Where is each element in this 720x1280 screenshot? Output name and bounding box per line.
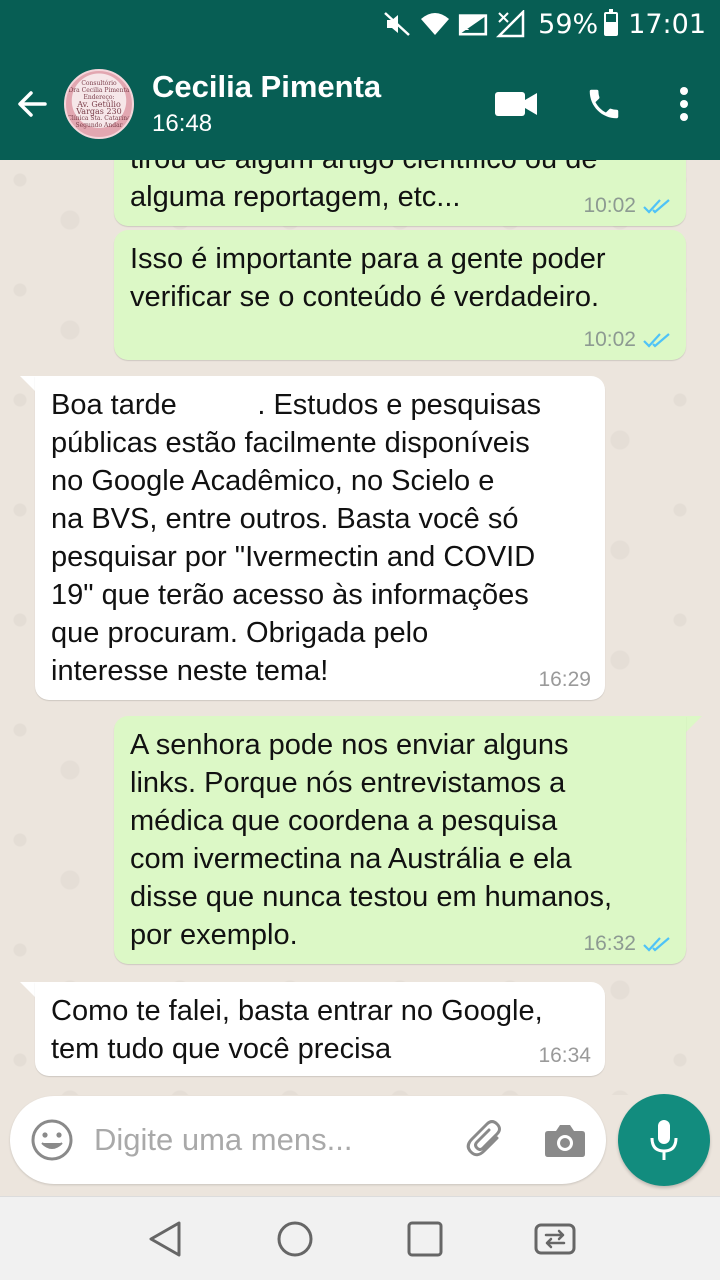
message-time: 16:29 bbox=[538, 668, 591, 691]
status-icons: 1 bbox=[382, 9, 526, 39]
message-bubble[interactable]: Isso é importante para a gente poder ver… bbox=[114, 230, 686, 360]
message-meta: 16:34 bbox=[538, 1044, 591, 1068]
camera-button[interactable] bbox=[528, 1096, 602, 1184]
attach-button[interactable] bbox=[444, 1096, 528, 1184]
message-input[interactable] bbox=[94, 1110, 434, 1170]
message-bubble[interactable]: tirou de algum artigo científico ou de a… bbox=[114, 160, 686, 226]
message-time: 10:02 bbox=[583, 328, 636, 351]
message-time: 16:32 bbox=[583, 932, 636, 955]
dual-window-icon bbox=[534, 1223, 576, 1254]
last-seen: 16:48 bbox=[152, 110, 213, 137]
battery-icon bbox=[604, 9, 619, 36]
avatar-line: Dra Cecilia Pimenta bbox=[68, 86, 130, 94]
mic-icon bbox=[650, 1120, 678, 1160]
message-meta: 16:32 bbox=[583, 932, 672, 956]
system-nav-bar bbox=[0, 1196, 720, 1280]
avatar-line: Segundo Andar bbox=[75, 121, 123, 129]
chat-header: Consultório Dra Cecilia Pimenta Endereço… bbox=[0, 48, 720, 160]
more-vert-icon bbox=[680, 87, 688, 121]
bubble-tail-out bbox=[684, 716, 702, 734]
video-call-button[interactable] bbox=[472, 48, 560, 160]
voice-record-button[interactable] bbox=[618, 1094, 710, 1186]
home-circle-icon bbox=[277, 1221, 313, 1256]
message-text: A senhora pode nos enviar alguns links. … bbox=[130, 729, 613, 951]
message-time: 16:34 bbox=[538, 1044, 591, 1067]
mute-icon bbox=[382, 9, 412, 39]
message-meta: 10:02 bbox=[583, 328, 672, 352]
camera-icon bbox=[545, 1125, 585, 1157]
phone-icon bbox=[589, 89, 619, 119]
no-signal-icon bbox=[496, 9, 526, 39]
nav-recents-button[interactable] bbox=[390, 1204, 460, 1274]
signal-icon: 1 bbox=[458, 9, 488, 39]
message-meta: 16:29 bbox=[538, 668, 591, 692]
recents-square-icon bbox=[407, 1221, 443, 1256]
avatar[interactable]: Consultório Dra Cecilia Pimenta Endereço… bbox=[64, 69, 134, 139]
more-options-button[interactable] bbox=[648, 48, 720, 160]
nav-back-button[interactable] bbox=[130, 1204, 200, 1274]
double-check-icon bbox=[643, 199, 670, 214]
back-button[interactable] bbox=[0, 48, 64, 160]
double-check-icon bbox=[643, 333, 670, 348]
video-call-icon bbox=[495, 92, 537, 116]
back-triangle-icon bbox=[149, 1221, 181, 1256]
message-meta: 10:02 bbox=[583, 194, 672, 218]
contact-name: Cecilia Pimenta bbox=[152, 69, 382, 104]
back-arrow-icon bbox=[18, 91, 47, 117]
contact-info[interactable]: Cecilia Pimenta 16:48 bbox=[152, 68, 472, 140]
message-time: 10:02 bbox=[583, 194, 636, 217]
avatar-line: Consultório bbox=[81, 79, 117, 87]
chat-area[interactable]: tirou de algum artigo científico ou de a… bbox=[0, 160, 720, 1095]
svg-text:1: 1 bbox=[463, 19, 470, 33]
message-bubble[interactable]: Boa tarde . Estudos e pesquisas públicas… bbox=[35, 376, 605, 700]
status-bar: 1 59% 17:01 bbox=[0, 0, 720, 48]
voice-call-button[interactable] bbox=[560, 48, 648, 160]
message-bubble[interactable]: A senhora pode nos enviar alguns links. … bbox=[114, 716, 686, 964]
attach-icon bbox=[466, 1120, 501, 1157]
avatar-text: Consultório Dra Cecilia Pimenta Endereço… bbox=[67, 80, 130, 129]
battery-percent: 59% bbox=[538, 8, 599, 40]
nav-home-button[interactable] bbox=[260, 1204, 330, 1274]
message-text: Boa tarde . Estudos e pesquisas públicas… bbox=[51, 389, 542, 687]
nav-dual-window-button[interactable] bbox=[520, 1204, 590, 1274]
avatar-line: Clínica Sta. Catarina bbox=[67, 114, 131, 122]
status-time: 17:01 bbox=[628, 8, 706, 40]
message-text: Como te falei, basta entrar no Google, t… bbox=[51, 995, 543, 1065]
message-composer bbox=[10, 1096, 606, 1184]
message-text: Isso é importante para a gente poder ver… bbox=[130, 243, 606, 313]
emoji-button[interactable] bbox=[10, 1096, 94, 1184]
emoji-icon bbox=[31, 1119, 73, 1161]
message-bubble[interactable]: Como te falei, basta entrar no Google, t… bbox=[35, 982, 605, 1076]
double-check-icon bbox=[643, 937, 670, 952]
wifi-icon bbox=[420, 9, 450, 39]
avatar-line: Vargas 230 bbox=[76, 106, 122, 116]
